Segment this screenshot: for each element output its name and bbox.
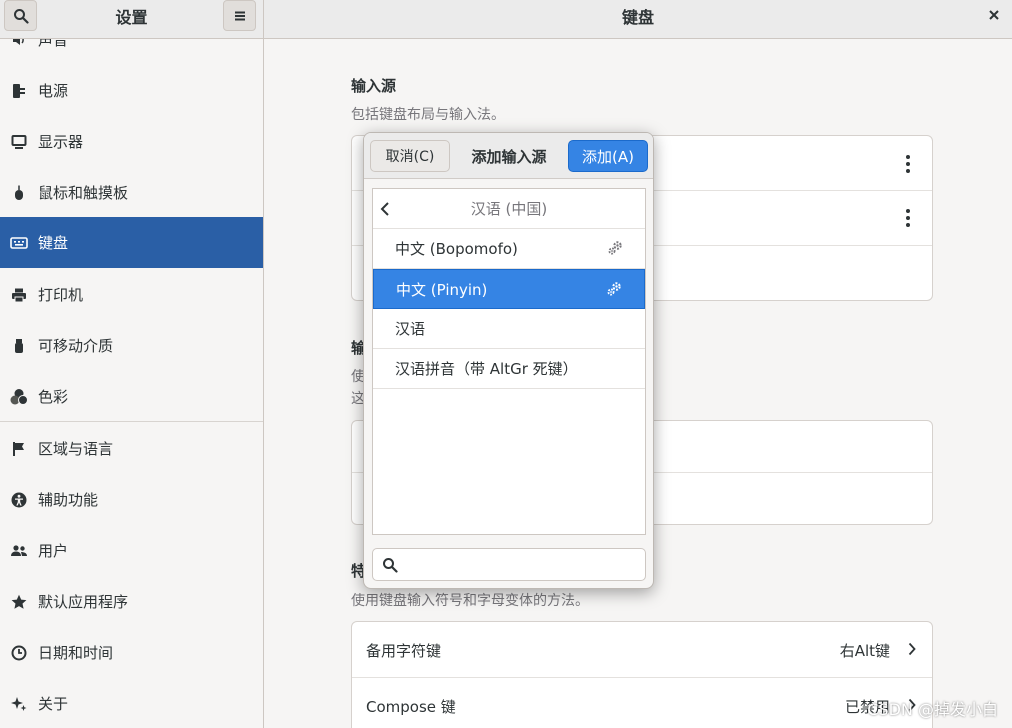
list-item-label: 汉语拼音（带 AltGr 死键） xyxy=(395,360,578,378)
add-button[interactable]: 添加(A) xyxy=(568,140,648,172)
sidebar-item-label: 键盘 xyxy=(38,234,69,252)
dialog-title: 添加输入源 xyxy=(471,147,547,166)
sidebar-header: 设置 xyxy=(0,0,264,39)
kebab-dot xyxy=(906,169,910,173)
list-item[interactable]: 中文 (Bopomofo) xyxy=(373,229,645,269)
sidebar-item-accessibility[interactable]: 辅助功能 xyxy=(0,474,263,525)
row-label: Compose 键 xyxy=(366,698,456,716)
list-item[interactable]: 汉语拼音（带 AltGr 死键） xyxy=(373,349,645,389)
sidebar-item-removable-media[interactable]: 可移动介质 xyxy=(0,320,263,371)
sidebar-item-label: 默认应用程序 xyxy=(38,593,129,611)
search-box[interactable] xyxy=(372,548,646,581)
input-source-menu-button[interactable] xyxy=(906,209,910,227)
sidebar-item-display[interactable]: 显示器 xyxy=(0,116,263,167)
sidebar-item-sound[interactable]: 声音 xyxy=(0,39,263,65)
input-source-list: 汉语 (中国) 中文 (Bopomofo) 中文 (Pinyin) 汉语 汉语拼… xyxy=(372,188,646,535)
panel-header: 键盘 xyxy=(264,0,1012,39)
sidebar-item-label: 鼠标和触摸板 xyxy=(38,184,129,202)
mouse-icon xyxy=(10,184,28,202)
usb-drive-icon xyxy=(10,337,28,355)
list-item-label: 中文 (Bopomofo) xyxy=(395,240,518,258)
watermark: CSDN @掉发小白 xyxy=(867,700,998,719)
row-value: 右Alt键 xyxy=(839,642,890,660)
gears-icon xyxy=(608,241,622,255)
close-button[interactable] xyxy=(984,5,1004,25)
flag-icon xyxy=(10,440,28,458)
menu-button[interactable] xyxy=(223,0,256,31)
kebab-dot xyxy=(906,223,910,227)
kebab-dot xyxy=(906,209,910,213)
input-source-menu-button[interactable] xyxy=(906,155,910,173)
users-icon xyxy=(10,542,28,560)
kebab-dot xyxy=(906,216,910,220)
star-icon xyxy=(10,593,28,611)
kebab-dot xyxy=(906,162,910,166)
sidebar-item-label: 可移动介质 xyxy=(38,337,114,355)
sidebar-item-label: 用户 xyxy=(38,542,69,560)
search-input[interactable] xyxy=(403,553,639,577)
sidebar-item-label: 辅助功能 xyxy=(38,491,99,509)
special-chars-description: 使用键盘输入符号和字母变体的方法。 xyxy=(351,593,589,609)
search-icon xyxy=(383,558,398,573)
alternate-chars-row[interactable]: 备用字符键 右Alt键 xyxy=(352,622,932,677)
kebab-dot xyxy=(906,155,910,159)
sidebar-separator xyxy=(0,421,263,422)
clock-icon xyxy=(10,644,28,662)
list-item-label: 中文 (Pinyin) xyxy=(396,280,488,299)
header-bar: 设置 键盘 xyxy=(0,0,1012,39)
sidebar-item-label: 日期和时间 xyxy=(38,644,114,662)
sidebar-item-keyboard[interactable]: 键盘 xyxy=(0,217,263,268)
special-chars-list: 备用字符键 右Alt键 Compose 键 已禁用 xyxy=(351,621,933,728)
sidebar-item-label: 色彩 xyxy=(38,388,69,406)
hamburger-icon xyxy=(234,11,245,20)
sidebar-item-region-language[interactable]: 区域与语言 xyxy=(0,423,263,474)
sparkle-icon xyxy=(10,695,28,713)
sidebar-item-color[interactable]: 色彩 xyxy=(0,371,263,422)
panel-title: 键盘 xyxy=(621,8,654,27)
sidebar-item-default-apps[interactable]: 默认应用程序 xyxy=(0,576,263,627)
chevron-left-icon xyxy=(380,202,389,216)
monitor-icon xyxy=(10,133,28,151)
language-back-row[interactable]: 汉语 (中国) xyxy=(373,189,645,229)
printer-icon xyxy=(10,286,28,304)
list-item-label: 汉语 xyxy=(395,320,426,338)
list-item[interactable]: 汉语 xyxy=(373,309,645,349)
power-plug-icon xyxy=(10,82,28,100)
dialog-header: 取消(C) 添加输入源 添加(A) xyxy=(364,133,653,179)
list-item[interactable]: 中文 (Pinyin) xyxy=(373,269,645,309)
input-sources-title: 输入源 xyxy=(351,77,397,95)
sidebar-item-power[interactable]: 电源 xyxy=(0,65,263,116)
cancel-button[interactable]: 取消(C) xyxy=(370,140,450,172)
sidebar-item-label: 打印机 xyxy=(38,286,84,304)
accessibility-icon xyxy=(10,491,28,509)
sidebar-item-users[interactable]: 用户 xyxy=(0,525,263,576)
input-sources-description: 包括键盘布局与输入法。 xyxy=(351,107,505,123)
speaker-icon xyxy=(10,39,28,49)
sidebar-item-printer[interactable]: 打印机 xyxy=(0,269,263,320)
sidebar-item-label: 关于 xyxy=(38,695,69,713)
keyboard-icon xyxy=(10,234,28,252)
sidebar: 声音 电源 显示器 鼠标和触摸板 键盘 打印机 可移动介质 色彩 区域与语言 辅… xyxy=(0,39,264,728)
sidebar-item-about[interactable]: 关于 xyxy=(0,678,263,728)
close-icon xyxy=(989,10,999,20)
language-header-label: 汉语 (中国) xyxy=(470,200,548,218)
chevron-right-icon xyxy=(908,642,916,656)
sidebar-item-label: 声音 xyxy=(38,39,69,49)
sidebar-item-label: 显示器 xyxy=(38,133,84,151)
row-label: 备用字符键 xyxy=(366,642,442,660)
color-circles-icon xyxy=(10,388,28,406)
sidebar-item-label: 电源 xyxy=(38,82,69,100)
compose-key-row[interactable]: Compose 键 已禁用 xyxy=(352,678,932,728)
sidebar-item-date-time[interactable]: 日期和时间 xyxy=(0,627,263,678)
sidebar-item-label: 区域与语言 xyxy=(38,440,114,458)
add-input-source-dialog: 取消(C) 添加输入源 添加(A) 汉语 (中国) 中文 (Bopomofo) … xyxy=(363,132,654,589)
gears-icon xyxy=(607,282,621,296)
sidebar-item-mouse[interactable]: 鼠标和触摸板 xyxy=(0,167,263,218)
